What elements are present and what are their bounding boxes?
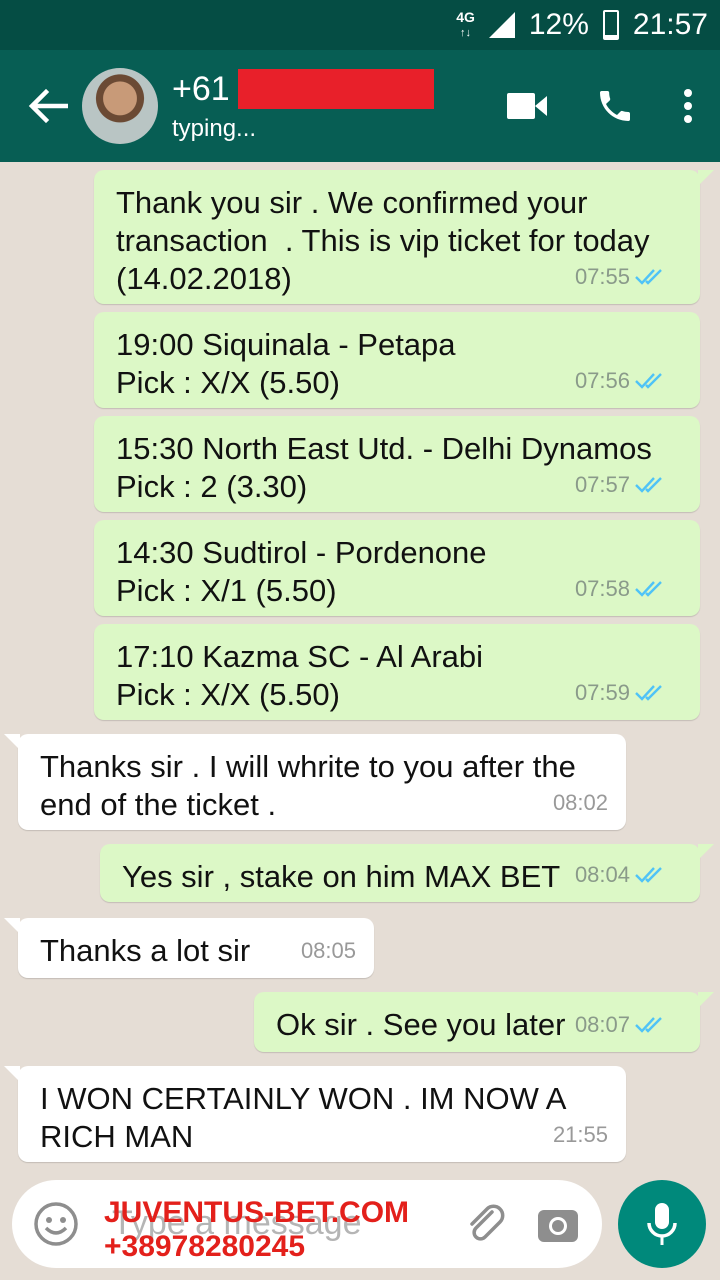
read-receipt-icon xyxy=(635,685,662,701)
message-bubble-outgoing[interactable]: Yes sir , stake on him MAX BET 08:04 xyxy=(100,844,714,902)
battery-percent: 12% xyxy=(528,8,589,41)
watermark-phone: +38978280245 xyxy=(104,1230,306,1263)
contact-status: typing... xyxy=(172,115,257,142)
network-type: 4G ↑↓ xyxy=(456,9,475,39)
message-bubble-outgoing[interactable]: 17:10 Kazma SC - Al Arabi Pick : X/X (5.… xyxy=(94,624,700,720)
signal-icon xyxy=(488,12,515,38)
message-meta: 21:55 xyxy=(553,1116,608,1154)
message-time: 07:57 xyxy=(574,472,630,497)
watermark-overlay: JUVENTUS-BET.COM +38978280245 xyxy=(104,1196,409,1264)
watermark-site: JUVENTUS-BET.COM xyxy=(104,1196,410,1229)
read-receipt-icon xyxy=(635,581,662,597)
message-bubble-outgoing[interactable]: 14:30 Sudtirol - Pordenone Pick : X/1 (5… xyxy=(94,520,700,616)
message-meta: 07:58 xyxy=(575,570,664,608)
message-bubble-incoming[interactable]: I WON CERTAINLY WON . IM NOW A RICH MAN … xyxy=(4,1066,626,1162)
message-meta: 08:05 xyxy=(301,932,356,970)
message-time: 08:05 xyxy=(300,938,356,963)
contact-phone-prefix: +61 xyxy=(172,69,230,108)
kebab-menu-icon xyxy=(684,89,692,123)
read-receipt-icon xyxy=(635,269,662,285)
message-meta: 08:02 xyxy=(553,784,608,822)
voice-message-button[interactable] xyxy=(618,1180,706,1268)
clock: 21:57 xyxy=(632,8,708,41)
message-meta: 08:07 xyxy=(575,1006,664,1044)
message-bubble-outgoing[interactable]: 19:00 Siquinala - Petapa Pick : X/X (5.5… xyxy=(94,312,700,408)
voice-call-button[interactable] xyxy=(580,71,650,141)
video-call-button[interactable] xyxy=(492,71,562,141)
message-time: 07:59 xyxy=(574,680,630,705)
read-receipt-icon xyxy=(635,477,662,493)
contact-info[interactable]: +61 typing... xyxy=(172,69,492,143)
attachment-icon[interactable] xyxy=(462,1200,510,1248)
message-text: Thanks sir . I will whrite to you after … xyxy=(40,749,585,822)
message-bubble-outgoing[interactable]: Ok sir . See you later 08:07 xyxy=(254,992,714,1052)
message-bubble-outgoing[interactable]: 15:30 North East Utd. - Delhi Dynamos Pi… xyxy=(94,416,700,512)
more-options-button[interactable] xyxy=(668,71,708,141)
message-time: 07:56 xyxy=(574,368,630,393)
read-receipt-icon xyxy=(635,373,662,389)
read-receipt-icon xyxy=(635,867,662,883)
message-time: 08:02 xyxy=(552,790,608,815)
message-time: 08:04 xyxy=(574,862,630,887)
microphone-icon xyxy=(647,1203,677,1245)
message-bubble-outgoing[interactable]: Thank you sir . We confirmed your transa… xyxy=(94,170,714,304)
video-camera-icon xyxy=(507,93,547,119)
back-arrow-icon xyxy=(28,88,68,124)
message-meta: 07:55 xyxy=(575,258,664,296)
battery-icon xyxy=(602,10,619,40)
message-text: I WON CERTAINLY WON . IM NOW A RICH MAN xyxy=(40,1081,574,1154)
message-list[interactable]: Thank you sir . We confirmed your transa… xyxy=(0,162,720,1174)
read-receipt-icon xyxy=(635,1017,662,1033)
message-time: 08:07 xyxy=(574,1012,630,1037)
message-meta: 08:04 xyxy=(575,856,664,894)
message-bubble-incoming[interactable]: Thanks sir . I will whrite to you after … xyxy=(4,734,626,830)
message-meta: 07:56 xyxy=(575,362,664,400)
status-bar: 4G ↑↓ 12% 21:57 xyxy=(0,0,720,50)
message-time: 07:58 xyxy=(574,576,630,601)
emoji-icon[interactable] xyxy=(32,1200,80,1248)
phone-icon xyxy=(600,91,630,121)
message-meta: 07:57 xyxy=(575,466,664,504)
back-button[interactable] xyxy=(18,76,78,136)
avatar[interactable] xyxy=(82,68,158,144)
message-time: 07:55 xyxy=(574,264,630,289)
camera-icon[interactable] xyxy=(534,1200,582,1248)
chat-header: +61 typing... xyxy=(0,50,720,162)
message-bubble-incoming[interactable]: Thanks a lot sir 08:05 xyxy=(4,918,374,978)
message-meta: 07:59 xyxy=(575,674,664,712)
message-time: 21:55 xyxy=(552,1122,608,1147)
redaction-bar xyxy=(237,69,434,109)
contact-name: +61 xyxy=(172,69,492,109)
